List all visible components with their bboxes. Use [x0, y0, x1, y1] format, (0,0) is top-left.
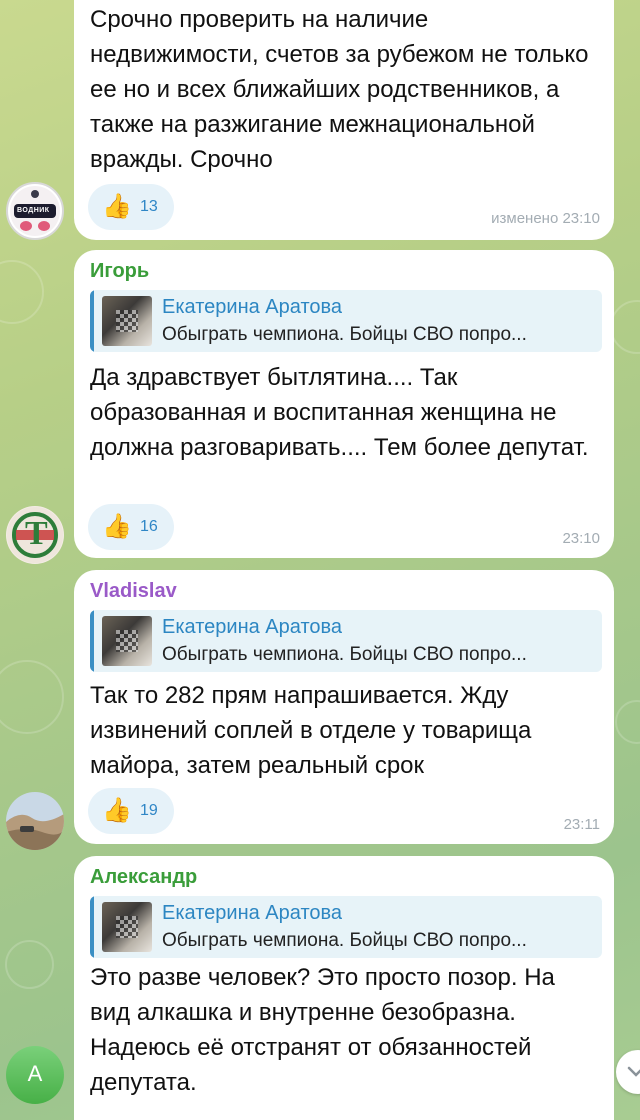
reply-bar [90, 290, 94, 352]
wallpaper-doodle [0, 660, 64, 734]
reply-preview[interactable]: Екатерина Аратова Обыграть чемпиона. Бой… [90, 610, 602, 672]
message-bubble[interactable]: Vladislav Екатерина Аратова Обыграть чем… [74, 570, 614, 844]
message-text: Так то 282 прям напрашивается. Жду извин… [90, 682, 532, 779]
reply-author: Екатерина Аратова [162, 296, 343, 318]
landscape-photo-icon [6, 792, 64, 850]
sender-name[interactable]: Александр [90, 866, 197, 889]
scroll-down-button[interactable] [616, 1050, 640, 1094]
reply-bar [90, 896, 94, 958]
message-text: Это разве человек? Это просто позор. На … [90, 964, 555, 1096]
message-bubble[interactable]: Александр Екатерина Аратова Обыграть чем… [74, 856, 614, 1120]
reaction-button[interactable]: 👍 19 [88, 788, 174, 834]
thumbs-up-icon: 👍 [102, 193, 132, 220]
reply-thumbnail [102, 616, 152, 666]
thumbs-up-icon: 👍 [102, 797, 132, 824]
sender-name[interactable]: Игорь [90, 260, 149, 283]
reply-snippet: Обыграть чемпиона. Бойцы СВО попро... [162, 930, 527, 951]
avatar-label: Т [25, 515, 48, 552]
avatar[interactable] [6, 792, 64, 850]
reply-preview[interactable]: Екатерина Аратова Обыграть чемпиона. Бой… [90, 896, 602, 958]
message-time: изменено 23:10 [491, 210, 600, 227]
reply-snippet: Обыграть чемпиона. Бойцы СВО попро... [162, 324, 527, 345]
chevron-down-icon [627, 1066, 640, 1077]
message-text: Да здравствует бытлятина.... Так образов… [90, 364, 589, 461]
avatar[interactable]: А [6, 1046, 64, 1104]
reaction-button[interactable]: 👍 13 [88, 184, 174, 230]
message-time: 23:10 [562, 530, 600, 547]
reaction-button[interactable]: 👍 16 [88, 504, 174, 550]
reaction-count: 16 [140, 518, 158, 535]
message-text: Срочно проверить на наличие недвижимости… [90, 6, 589, 173]
sender-name[interactable]: Vladislav [90, 580, 177, 603]
reply-snippet: Обыграть чемпиона. Бойцы СВО попро... [162, 644, 527, 665]
reply-thumbnail [102, 296, 152, 346]
reply-author: Екатерина Аратова [162, 902, 343, 924]
reply-thumbnail [102, 902, 152, 952]
message-bubble[interactable]: Срочно проверить на наличие недвижимости… [74, 0, 614, 240]
wallpaper-doodle [0, 260, 44, 324]
avatar[interactable]: Т [6, 506, 64, 564]
avatar-initial: А [27, 1061, 43, 1086]
reply-bar [90, 610, 94, 672]
message-time: 23:11 [563, 816, 600, 833]
wallpaper-doodle [615, 700, 640, 744]
avatar[interactable]: ВОДНИК [6, 182, 64, 240]
reaction-count: 19 [140, 802, 158, 819]
reaction-count: 13 [140, 198, 158, 215]
message-bubble[interactable]: Игорь Екатерина Аратова Обыграть чемпион… [74, 250, 614, 558]
avatar-label: ВОДНИК [17, 207, 50, 214]
reply-author: Екатерина Аратова [162, 616, 343, 638]
reply-preview[interactable]: Екатерина Аратова Обыграть чемпиона. Бой… [90, 290, 602, 352]
thumbs-up-icon: 👍 [102, 513, 132, 540]
wallpaper-doodle [5, 940, 54, 989]
wallpaper-doodle [610, 300, 640, 354]
